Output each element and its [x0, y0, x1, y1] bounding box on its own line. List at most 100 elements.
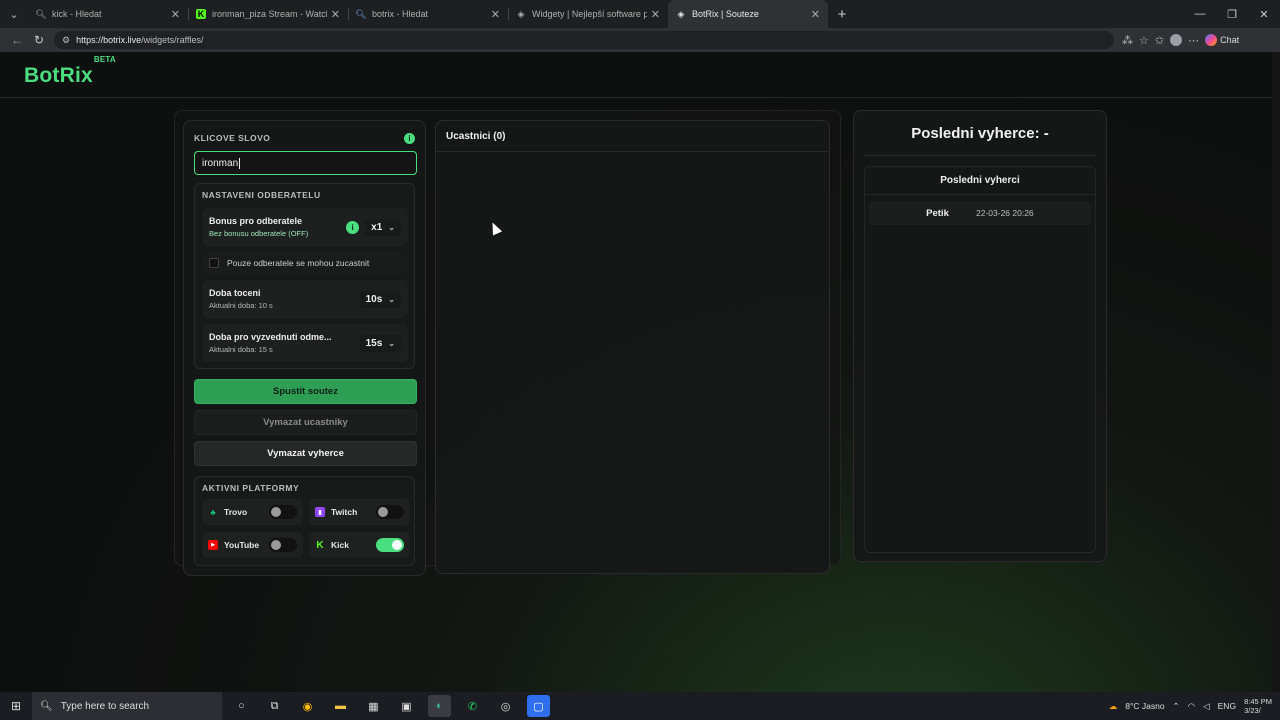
minimize-icon[interactable]: —: [1184, 8, 1216, 21]
cortana-icon[interactable]: ○: [230, 695, 253, 717]
text-caret: [239, 157, 241, 169]
clock[interactable]: 8:45 PM 3/23/: [1244, 697, 1272, 715]
taskbar-search[interactable]: 🔍︎ Type here to search: [32, 692, 222, 720]
task-view-icon[interactable]: ⧉: [263, 695, 286, 717]
participants-panel: Ucastnici (0): [435, 120, 830, 574]
reload-icon[interactable]: ↻: [28, 33, 50, 47]
clear-winners-button[interactable]: Vymazat vyherce: [194, 441, 417, 466]
language-indicator[interactable]: ENG: [1218, 701, 1236, 711]
edge-icon[interactable]: ◐: [428, 695, 451, 717]
page-scrollbar[interactable]: [1272, 52, 1280, 692]
keyword-value: ironman: [202, 157, 239, 169]
new-tab-button[interactable]: +: [828, 6, 856, 23]
tab-title: Widgety | Nejlepší software pro vy: [532, 9, 647, 19]
clear-participants-button[interactable]: Vymazat ucastniky: [194, 410, 417, 435]
browser-tab[interactable]: 🔍︎ botrix - Hledat ✕: [348, 0, 508, 28]
keyword-input[interactable]: ironman: [194, 151, 417, 175]
network-icon[interactable]: ◠: [1188, 701, 1195, 712]
app-blue-icon[interactable]: ▢: [527, 695, 550, 717]
trovo-toggle[interactable]: [269, 505, 297, 519]
close-icon[interactable]: ✕: [171, 8, 180, 21]
store-icon[interactable]: ▦: [362, 695, 385, 717]
subscriber-settings-label: NASTAVENI ODBERATELU: [202, 190, 321, 200]
url-field[interactable]: ⚙ https://botrix.live/widgets/raffles/: [54, 31, 1114, 49]
app-icon[interactable]: ▣: [395, 695, 418, 717]
botrix-icon: ◈: [517, 8, 525, 19]
only-subscribers-checkbox[interactable]: [209, 258, 219, 268]
close-window-icon[interactable]: ✕: [1248, 8, 1280, 21]
botrix-logo[interactable]: BotRixBETA: [24, 55, 116, 88]
winner-time: 22-03-26 20:26: [976, 208, 1034, 218]
url-host: https://botrix.live: [76, 35, 142, 45]
close-icon[interactable]: ✕: [651, 8, 660, 21]
spin-desc: Aktualni doba: 10 s: [209, 301, 273, 310]
chevron-down-icon: ⌄: [388, 294, 395, 304]
browser-tab[interactable]: ◈ Widgety | Nejlepší software pro vy ✕: [508, 0, 668, 28]
address-bar: ← ↻ ⚙ https://botrix.live/widgets/raffle…: [0, 28, 1280, 52]
close-icon[interactable]: ✕: [331, 8, 340, 21]
tab-title: botrix - Hledat: [372, 9, 429, 19]
platform-name: Twitch: [331, 507, 358, 517]
keyword-label: KLICOVE SLOVO: [194, 133, 271, 143]
browser-tab[interactable]: K ironman_piza Stream - Watch Live ✕: [188, 0, 348, 28]
file-explorer-icon[interactable]: ▬: [329, 695, 352, 717]
profile-avatar[interactable]: [1170, 34, 1183, 46]
only-subscribers-checkbox-row[interactable]: Pouze odberatele se mohou zucastnit: [202, 252, 408, 274]
platform-name: Kick: [331, 540, 349, 550]
platform-kick: K Kick: [309, 532, 410, 558]
claim-duration-select[interactable]: 15s ⌄: [359, 334, 401, 352]
platform-twitch: ▮ Twitch: [309, 499, 410, 525]
more-menu-icon[interactable]: ⋯: [1188, 34, 1199, 47]
subscriber-bonus-setting: Bonus pro odberatele Bez bonusu odberate…: [202, 208, 408, 246]
page: BotRixBETA KLICOVE SLOVO i ironman NASTA…: [0, 52, 1280, 692]
raffle-settings-panel: KLICOVE SLOVO i ironman NASTAVENI ODBERA…: [183, 120, 426, 576]
site-info-icon[interactable]: ⚙: [62, 35, 70, 46]
recent-winners-label: Posledni vyherci: [865, 167, 1095, 195]
url-path: /widgets/raffles/: [141, 35, 204, 45]
kick-toggle[interactable]: [376, 538, 404, 552]
bonus-multiplier-select[interactable]: x1 ⌄: [365, 218, 401, 236]
botrix-icon: ◈: [677, 8, 685, 19]
windows-start-icon[interactable]: ⊞: [0, 699, 32, 713]
spin-duration-select[interactable]: 10s ⌄: [359, 290, 401, 308]
weather-icon: ☁: [1108, 700, 1118, 711]
volume-icon[interactable]: ◁: [1203, 701, 1210, 712]
claim-desc: Aktualni doba: 15 s: [209, 345, 273, 354]
tray-chevron-icon[interactable]: ⌃: [1173, 701, 1180, 712]
copilot-chat-button[interactable]: Chat: [1205, 34, 1239, 46]
back-icon[interactable]: ←: [6, 33, 28, 47]
translate-icon[interactable]: ⁂: [1122, 34, 1133, 47]
obs-icon[interactable]: ◎: [494, 695, 517, 717]
claim-name: Doba pro vyzvednuti odme...: [209, 332, 332, 342]
start-raffle-button[interactable]: Spustit soutez: [194, 379, 417, 404]
star-icon[interactable]: ☆: [1139, 34, 1149, 47]
search-icon: 🔍︎: [35, 8, 47, 19]
bonus-name: Bonus pro odberatele: [209, 216, 303, 226]
participants-title: Ucastnici (0): [436, 121, 829, 152]
maximize-icon[interactable]: ❐: [1216, 8, 1248, 21]
close-icon[interactable]: ✕: [811, 8, 820, 21]
favorites-icon[interactable]: ✩: [1155, 34, 1164, 47]
whatsapp-icon[interactable]: ✆: [461, 695, 484, 717]
claim-value: 15s: [365, 337, 383, 349]
browser-tab-active[interactable]: ◈ BotRix | Souteze ✕: [668, 0, 828, 28]
twitch-toggle[interactable]: [376, 505, 404, 519]
close-icon[interactable]: ✕: [491, 8, 500, 21]
weather-text[interactable]: 8°C Jasno: [1125, 701, 1164, 711]
active-platforms: AKTIVNI PLATFORMY ♣ Trovo ▮ Twitch ▶ You…: [194, 476, 415, 566]
info-icon[interactable]: i: [346, 220, 360, 234]
info-icon[interactable]: i: [404, 132, 415, 144]
claim-duration-setting: Doba pro vyzvednuti odme... Aktualni dob…: [202, 324, 408, 362]
taskbar: ⊞ 🔍︎ Type here to search ○ ⧉ ◉ ▬ ▦ ▣ ◐ ✆…: [0, 692, 1280, 720]
browser-tab[interactable]: 🔍︎ kick - Hledat ✕: [28, 0, 188, 28]
taskbar-search-placeholder: Type here to search: [60, 700, 150, 712]
logo-text: BotRix: [24, 64, 93, 87]
platform-name: Trovo: [224, 507, 248, 517]
twitch-icon: ▮: [315, 507, 325, 517]
chrome-icon[interactable]: ◉: [296, 695, 319, 717]
tab-search-menu-icon[interactable]: ⌄: [0, 0, 28, 28]
chat-label: Chat: [1220, 35, 1240, 45]
youtube-toggle[interactable]: [269, 538, 297, 552]
spin-name: Doba toceni: [209, 288, 261, 298]
tab-title: ironman_piza Stream - Watch Live: [212, 9, 327, 19]
